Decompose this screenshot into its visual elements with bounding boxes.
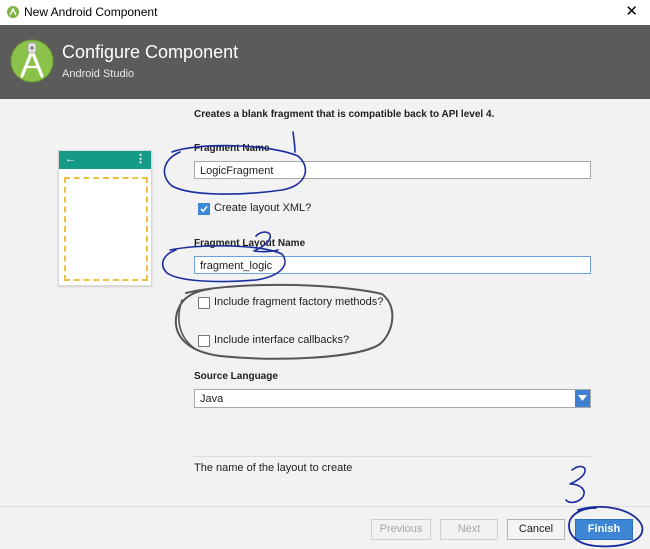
window-title: New Android Component <box>24 5 158 19</box>
header-subtitle: Android Studio <box>62 68 135 80</box>
header-banner: Configure Component Android Studio <box>0 25 650 99</box>
cancel-button[interactable]: Cancel <box>507 519 565 540</box>
source-language-value: Java <box>200 393 224 405</box>
next-button[interactable]: Next <box>440 519 498 540</box>
include-interface-callbacks-label: Include interface callbacks? <box>214 334 350 346</box>
footer-divider <box>0 506 650 507</box>
android-studio-icon <box>7 6 19 18</box>
close-icon[interactable]: ✕ <box>625 2 638 20</box>
preview-app-bar: ← ⋮ <box>59 151 151 169</box>
header-title: Configure Component <box>62 42 239 62</box>
back-arrow-icon: ← <box>65 153 76 165</box>
hint-divider <box>193 456 591 457</box>
include-factory-methods-label: Include fragment factory methods? <box>214 296 384 308</box>
checkmark-icon <box>200 205 208 213</box>
fragment-name-label: Fragment Name <box>194 143 270 154</box>
android-studio-logo-icon <box>10 39 54 83</box>
source-language-label: Source Language <box>194 371 278 382</box>
include-factory-methods-checkbox[interactable] <box>198 297 210 309</box>
fragment-layout-name-field[interactable]: fragment_logic <box>194 256 591 274</box>
field-hint: The name of the layout to create <box>194 462 353 474</box>
fragment-layout-name-label: Fragment Layout Name <box>194 238 306 249</box>
create-layout-xml-label: Create layout XML? <box>214 202 312 214</box>
fragment-preview: ← ⋮ <box>58 150 152 286</box>
include-interface-callbacks-checkbox[interactable] <box>198 335 210 347</box>
fragment-name-field[interactable]: LogicFragment <box>194 161 591 179</box>
dropdown-arrow-icon[interactable] <box>575 390 590 407</box>
previous-button[interactable]: Previous <box>371 519 431 540</box>
create-layout-xml-checkbox[interactable] <box>198 203 210 215</box>
fragment-placeholder <box>64 177 148 281</box>
template-description: Creates a blank fragment that is compati… <box>194 109 495 120</box>
overflow-menu-icon: ⋮ <box>135 153 146 165</box>
source-language-select[interactable]: Java <box>194 389 591 408</box>
finish-button[interactable]: Finish <box>575 519 633 540</box>
window-titlebar: New Android Component ✕ <box>0 0 650 26</box>
dialog-content: Creates a blank fragment that is compati… <box>0 99 650 549</box>
